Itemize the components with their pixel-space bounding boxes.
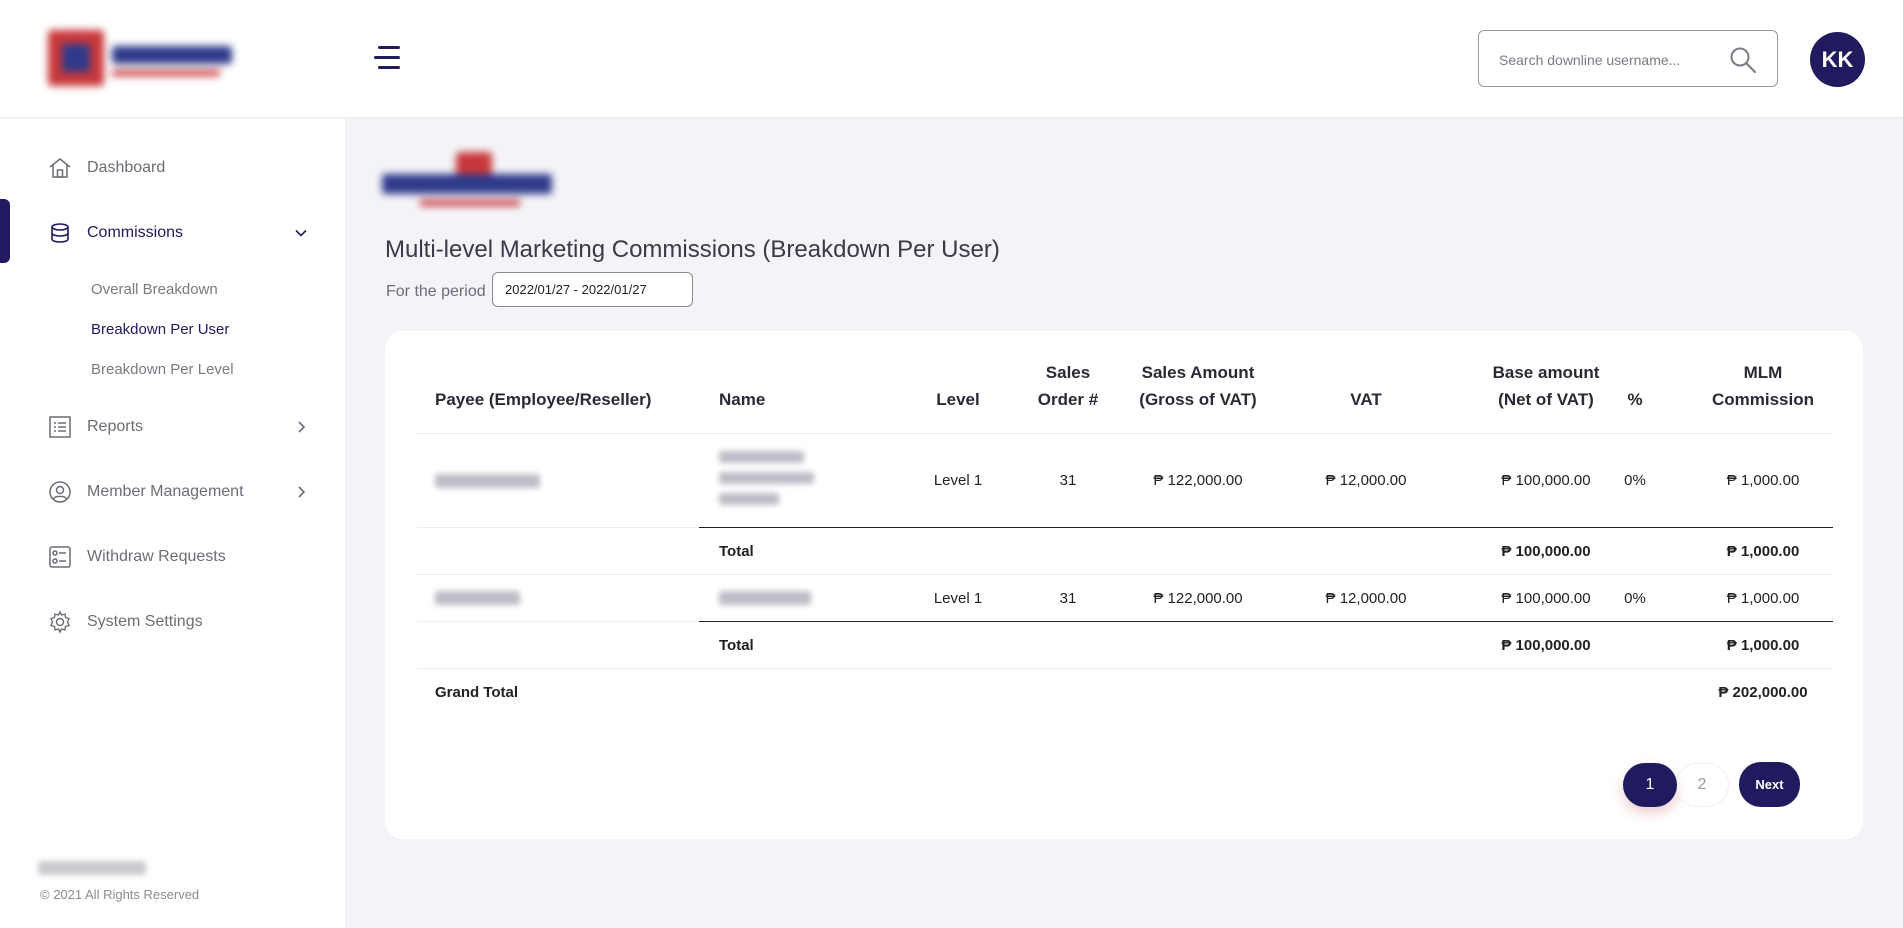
cell-sales-amount: ₱ 122,000.00 <box>1153 590 1243 607</box>
submenu-breakdown-per-level[interactable]: Breakdown Per Level <box>91 361 234 378</box>
column-header-base-amount: Base amount (Net of VAT) <box>1471 359 1621 413</box>
sidebar-item-reports[interactable]: Reports <box>0 405 346 449</box>
divider <box>417 527 699 528</box>
chevron-down-icon <box>295 229 307 237</box>
brand-logo[interactable] <box>48 26 238 88</box>
date-range-input[interactable] <box>492 272 693 307</box>
period-label: For the period <box>386 283 486 300</box>
sidebar-item-label: Reports <box>87 418 144 435</box>
gear-icon <box>50 610 70 634</box>
column-header-payee: Payee (Employee/Reseller) <box>435 390 652 409</box>
name-redacted <box>719 591 811 605</box>
cell-percent: 0% <box>1624 590 1646 607</box>
cell-vat: ₱ 12,000.00 <box>1325 590 1407 607</box>
header-line: Base amount <box>1492 363 1600 382</box>
chevron-right-icon <box>298 421 306 433</box>
name-redacted <box>719 472 814 484</box>
cell-sales-order: 31 <box>1059 590 1077 607</box>
column-header-sales-amount: Sales Amount (Gross of VAT) <box>1123 359 1273 413</box>
cell-total-base: ₱ 100,000.00 <box>1501 637 1591 654</box>
cell-sales-order: 31 <box>1059 472 1077 489</box>
cell-total-label: Total <box>719 543 754 560</box>
cell-mlm-commission: ₱ 1,000.00 <box>1726 472 1800 489</box>
cell-total-label: Total <box>719 637 754 654</box>
sidebar-item-label: System Settings <box>87 613 203 630</box>
sidebar-item-label: Withdraw Requests <box>87 548 226 565</box>
payee-redacted <box>435 474 540 488</box>
commissions-table-card: Payee (Employee/Reseller) Name Level Sal… <box>385 331 1863 839</box>
search-box <box>1478 30 1778 87</box>
sidebar-item-withdraw-requests[interactable]: Withdraw Requests <box>0 535 346 579</box>
cell-base-amount: ₱ 100,000.00 <box>1501 590 1591 607</box>
column-header-vat: VAT <box>1350 390 1382 409</box>
company-logo <box>380 152 556 214</box>
sidebar-item-system-settings[interactable]: System Settings <box>0 600 346 644</box>
user-avatar[interactable]: KK <box>1810 32 1865 87</box>
copyright-text: © 2021 All Rights Reserved <box>40 887 200 902</box>
cell-base-amount: ₱ 100,000.00 <box>1501 472 1591 489</box>
divider <box>417 574 1833 575</box>
sidebar-item-member-management[interactable]: Member Management <box>0 470 346 514</box>
home-icon <box>49 158 71 178</box>
member-icon <box>49 481 71 503</box>
cell-vat: ₱ 12,000.00 <box>1325 472 1407 489</box>
header-line: MLM <box>1743 363 1783 382</box>
cell-level: Level 1 <box>933 472 983 489</box>
cell-mlm-commission: ₱ 1,000.00 <box>1726 590 1800 607</box>
cell-total-mlm: ₱ 1,000.00 <box>1726 543 1800 560</box>
cell-percent: 0% <box>1624 472 1646 489</box>
column-header-sales-order: Sales Order # <box>1023 359 1113 413</box>
sidebar-item-label: Commissions <box>87 224 184 241</box>
sidebar: Dashboard Commissions Overall Breakdown … <box>0 119 346 928</box>
cell-sales-amount: ₱ 122,000.00 <box>1153 472 1243 489</box>
divider <box>417 668 1833 669</box>
cell-grand-total-label: Grand Total <box>435 684 519 701</box>
divider <box>417 433 1833 434</box>
cell-grand-total-value: ₱ 202,000.00 <box>1718 684 1808 701</box>
name-redacted <box>719 493 779 505</box>
page-button-1[interactable]: 1 <box>1623 763 1677 807</box>
header-line: (Net of VAT) <box>1498 390 1594 409</box>
column-header-mlm-commission: MLM Commission <box>1703 359 1823 413</box>
column-header-percent: % <box>1627 390 1643 409</box>
chevron-right-icon <box>298 486 306 498</box>
submenu-breakdown-per-user[interactable]: Breakdown Per User <box>91 321 229 338</box>
sidebar-item-label: Member Management <box>87 483 244 500</box>
header-line: Order # <box>1037 390 1099 409</box>
divider <box>699 527 1833 528</box>
list-icon <box>49 416 71 438</box>
withdraw-icon <box>49 546 71 568</box>
footer-brand-blurred <box>38 861 146 875</box>
header-line: Commission <box>1711 390 1815 409</box>
cell-level: Level 1 <box>933 590 983 607</box>
top-header: KK <box>0 0 1903 118</box>
divider <box>699 621 1833 622</box>
sidebar-item-label: Dashboard <box>87 159 166 176</box>
page-title: Multi-level Marketing Commissions (Break… <box>385 236 1000 263</box>
page-button-2[interactable]: 2 <box>1675 763 1729 807</box>
hamburger-menu-icon[interactable] <box>374 44 404 72</box>
sidebar-item-dashboard[interactable]: Dashboard <box>0 146 346 190</box>
search-input[interactable] <box>1499 49 1719 71</box>
search-icon[interactable] <box>1729 46 1757 74</box>
column-header-name: Name <box>719 390 766 409</box>
coins-icon <box>51 223 69 243</box>
cell-total-mlm: ₱ 1,000.00 <box>1726 637 1800 654</box>
payee-redacted <box>435 591 520 605</box>
divider <box>417 621 699 622</box>
header-line: (Gross of VAT) <box>1139 390 1257 409</box>
sidebar-item-commissions[interactable]: Commissions <box>0 211 346 255</box>
header-line: Sales <box>1045 363 1091 382</box>
header-line: Sales Amount <box>1141 363 1255 382</box>
column-header-level: Level <box>936 390 980 409</box>
name-redacted <box>719 451 804 463</box>
submenu-overall-breakdown[interactable]: Overall Breakdown <box>91 281 218 298</box>
cell-total-base: ₱ 100,000.00 <box>1501 543 1591 560</box>
next-page-button[interactable]: Next <box>1739 762 1800 807</box>
